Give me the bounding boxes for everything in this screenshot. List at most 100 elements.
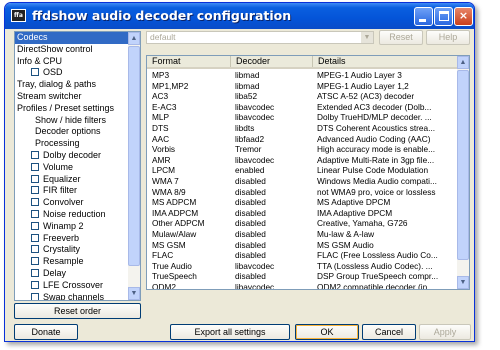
tree-item[interactable]: Dolby decoder — [15, 150, 129, 162]
cell-decoder: libmad — [235, 70, 260, 80]
table-row[interactable]: MP3 libmad MPEG-1 Audio Layer 3 — [147, 70, 459, 81]
cell-details: QDM2 compatible decoder (in... — [317, 281, 435, 290]
cell-decoder: libavcodec — [235, 101, 275, 112]
tree-item-checkbox[interactable] — [31, 221, 39, 230]
tree-item-label: Codecs — [17, 32, 48, 42]
table-row[interactable]: QDM2 libavcodec QDM2 compatible decoder (i… — [147, 281, 459, 290]
table-row[interactable]: WMA 7 disabled Windows Media Audio compati… — [147, 176, 459, 187]
tree-item[interactable]: Equalizer — [15, 174, 129, 186]
minimize-button[interactable] — [414, 7, 433, 26]
tree-item[interactable]: DirectShow control — [15, 44, 129, 56]
tree-item-checkbox[interactable] — [31, 186, 39, 195]
tree-item[interactable]: Noise reduction — [15, 209, 129, 221]
tree-item-label: Volume — [43, 161, 74, 172]
column-header-format[interactable]: Format — [147, 56, 231, 67]
help-button[interactable]: Help — [426, 30, 470, 45]
tree-item[interactable]: Profiles / Preset settings — [15, 103, 129, 115]
config-window: ffa ffdshow audio decoder configuration … — [4, 2, 475, 342]
tree-item-checkbox[interactable] — [31, 233, 39, 242]
tree-item-label: Tray, dialog & paths — [17, 79, 97, 90]
tree-item[interactable]: Tray, dialog & paths — [15, 79, 129, 91]
tree-item-checkbox[interactable] — [31, 68, 39, 77]
preset-reset-button[interactable]: Reset — [379, 30, 423, 45]
tree-item[interactable]: Swap channels — [15, 292, 129, 300]
cell-format: AMR — [152, 154, 171, 165]
preset-select[interactable]: default ▼ — [146, 31, 374, 44]
tree-item-checkbox[interactable] — [31, 174, 39, 183]
tree-item[interactable]: Freeverb — [15, 233, 129, 245]
tree-item[interactable]: Codecs — [15, 32, 129, 44]
table-row[interactable]: MLP libavcodec Dolby TrueHD/MLP decoder. .… — [147, 112, 459, 123]
tree-item-checkbox[interactable] — [31, 280, 39, 289]
table-row[interactable]: AAC libfaad2 Advanced Audio Coding (AAC) — [147, 134, 459, 145]
column-header-decoder[interactable]: Decoder — [231, 56, 313, 67]
tree-item[interactable]: Show / hide filters — [15, 115, 129, 127]
tree-scrollbar[interactable]: ▲ ▼ — [128, 32, 140, 300]
table-scroll-down-icon[interactable]: ▼ — [457, 276, 469, 289]
tree-item-checkbox[interactable] — [31, 292, 39, 300]
codecs-table[interactable]: Format Decoder Details MP3 libmad MPEG-1 A… — [146, 55, 470, 290]
tree-item-checkbox[interactable] — [31, 198, 39, 207]
reset-order-button[interactable]: Reset order — [14, 303, 141, 319]
cell-decoder: enabled — [235, 165, 265, 176]
table-row[interactable]: AMR libavcodec Adaptive Multi-Rate in 3gp … — [147, 155, 459, 166]
table-scroll-up-icon[interactable]: ▲ — [457, 56, 469, 69]
chevron-down-icon[interactable]: ▼ — [361, 32, 373, 43]
table-row[interactable]: Mulaw/Alaw disabled Mu-law & A-law — [147, 229, 459, 240]
table-row[interactable]: MS GSM disabled MS GSM Audio — [147, 240, 459, 251]
table-row[interactable]: WMA 8/9 disabled not WMA9 pro, voice or lo… — [147, 187, 459, 198]
table-row[interactable]: FLAC disabled FLAC (Free Lossless Audio Co… — [147, 250, 459, 261]
tree-item-checkbox[interactable] — [31, 209, 39, 218]
maximize-button[interactable] — [434, 7, 453, 26]
cell-format: IMA ADPCM — [152, 207, 199, 218]
tree-scroll-down-icon[interactable]: ▼ — [128, 287, 140, 300]
tree-item[interactable]: Crystality — [15, 244, 129, 256]
table-row[interactable]: LPCM enabled Linear Pulse Code Modulation — [147, 165, 459, 176]
settings-tree[interactable]: Codecs DirectShow control Info & CPU OSD Tra… — [14, 31, 141, 301]
close-button[interactable]: × — [454, 7, 473, 26]
donate-button[interactable]: Donate — [14, 324, 78, 340]
table-header: Format Decoder Details — [147, 56, 459, 69]
cancel-button[interactable]: Cancel — [362, 324, 416, 340]
apply-button[interactable]: Apply — [419, 324, 471, 340]
table-row[interactable]: Vorbis Tremor High accuracy mode is enable… — [147, 144, 459, 155]
tree-item[interactable]: FIR filter — [15, 185, 129, 197]
tree-scroll-thumb[interactable] — [128, 46, 140, 266]
tree-item-checkbox[interactable] — [31, 245, 39, 254]
tree-item[interactable]: Processing — [15, 138, 129, 150]
tree-item-checkbox[interactable] — [31, 268, 39, 277]
tree-item[interactable]: Winamp 2 — [15, 221, 129, 233]
tree-item-checkbox[interactable] — [31, 150, 39, 159]
cell-details: DSP Group TrueSpeech compr... — [317, 271, 439, 282]
table-row[interactable]: MS ADPCM disabled MS Adaptive DPCM — [147, 197, 459, 208]
tree-item[interactable]: OSD — [15, 67, 129, 79]
table-row[interactable]: DTS libdts DTS Coherent Acoustics strea... — [147, 123, 459, 134]
table-row[interactable]: IMA ADPCM disabled IMA Adaptive DPCM — [147, 208, 459, 219]
tree-item-checkbox[interactable] — [31, 162, 39, 171]
title-bar[interactable]: ffa ffdshow audio decoder configuration … — [5, 3, 474, 29]
tree-item[interactable]: LFE Crossover — [15, 280, 129, 292]
tree-item[interactable]: Stream switcher — [15, 91, 129, 103]
tree-scroll-up-icon[interactable]: ▲ — [128, 32, 140, 45]
tree-item[interactable]: Convolver — [15, 197, 129, 209]
table-scrollbar[interactable]: ▲ ▼ — [457, 56, 469, 289]
tree-item[interactable]: Info & CPU — [15, 56, 129, 68]
table-row[interactable]: AC3 liba52 ATSC A-52 (AC3) decoder — [147, 91, 459, 102]
tree-item[interactable]: Resample — [15, 256, 129, 268]
table-row[interactable]: E-AC3 libavcodec Extended AC3 decoder (Dol… — [147, 102, 459, 113]
ok-button[interactable]: OK — [295, 324, 359, 340]
tree-item[interactable]: Delay — [15, 268, 129, 280]
table-scroll-thumb[interactable] — [457, 70, 469, 260]
tree-item[interactable]: Decoder options — [15, 126, 129, 138]
column-header-details[interactable]: Details — [313, 56, 459, 67]
tree-item-checkbox[interactable] — [31, 257, 39, 266]
export-all-settings-button[interactable]: Export all settings — [170, 324, 290, 340]
cell-format: True Audio — [152, 260, 192, 271]
table-row[interactable]: TrueSpeech disabled DSP Group TrueSpeech c… — [147, 271, 459, 282]
table-row[interactable]: True Audio libavcodec TTA (Lossless Audio … — [147, 261, 459, 272]
table-row[interactable]: Other ADPCM disabled Creative, Yamaha, G72… — [147, 218, 459, 229]
table-row[interactable]: MP1,MP2 libmad MPEG-1 Audio Layer 1,2 — [147, 81, 459, 92]
tree-item[interactable]: Volume — [15, 162, 129, 174]
tree-item-label: DirectShow control — [17, 43, 93, 54]
cell-decoder: disabled — [235, 239, 266, 250]
